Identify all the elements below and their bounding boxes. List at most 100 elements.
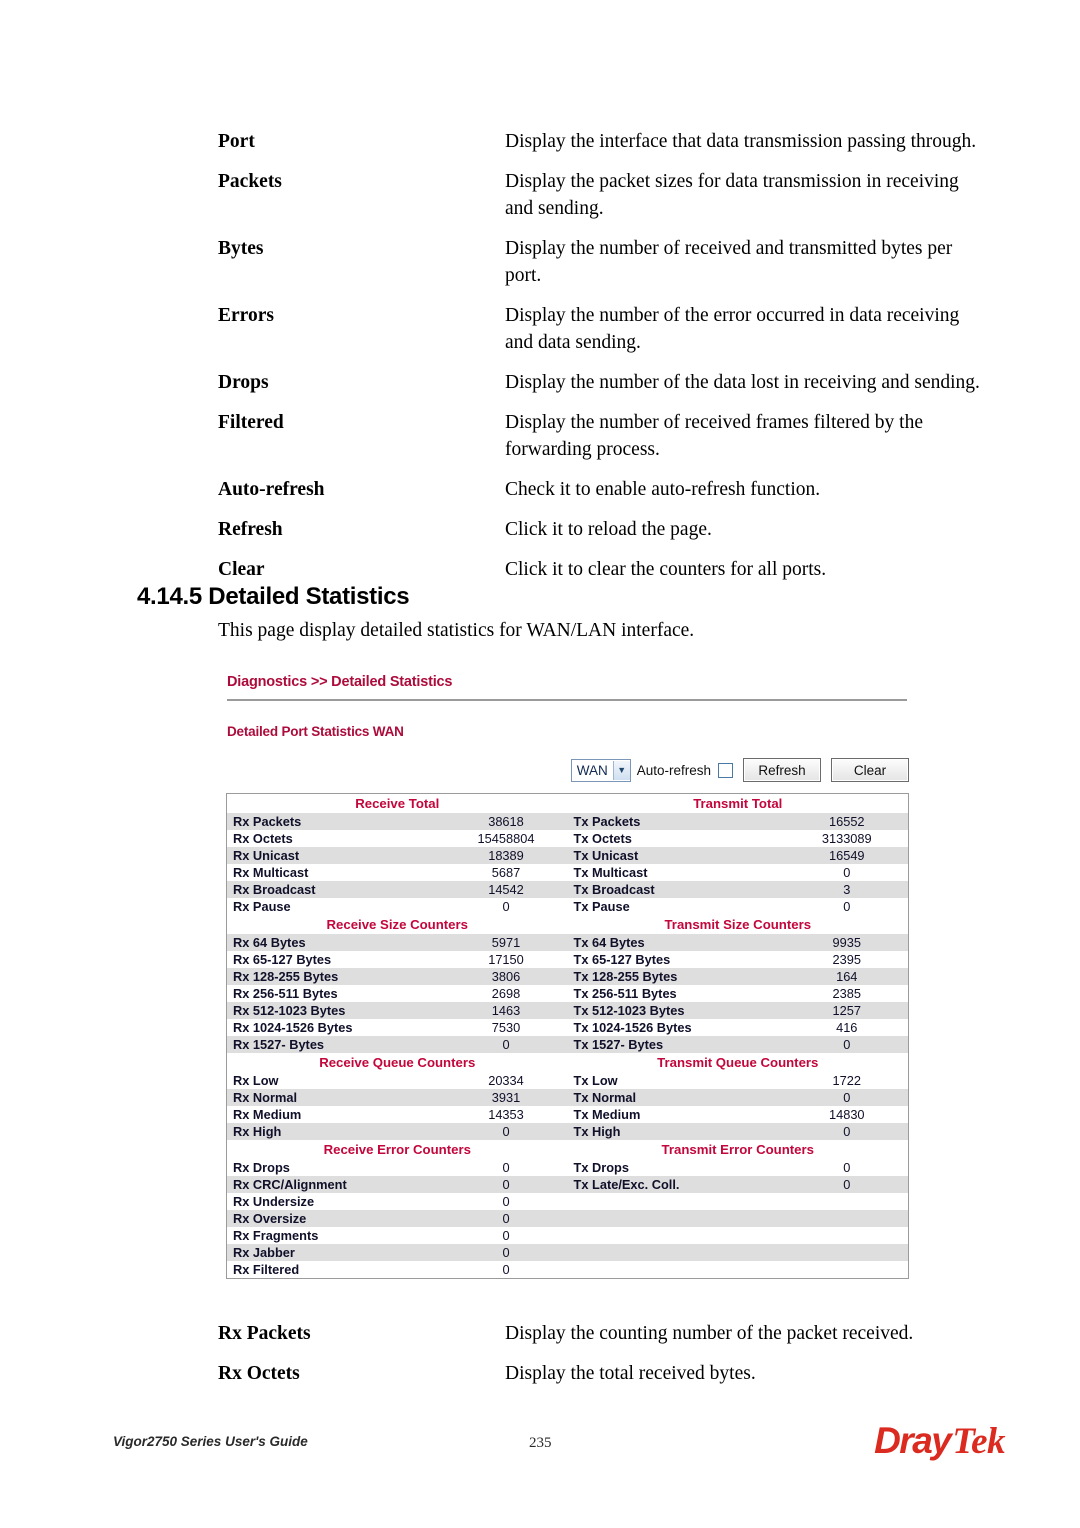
row-value-right <box>785 1210 909 1227</box>
row-value-right: 3 <box>785 881 909 898</box>
glossary-row: Packets Display the packet sizes for data… <box>218 168 988 222</box>
row-value-right: 0 <box>785 1036 909 1053</box>
glossary-row: Port Display the interface that data tran… <box>218 128 988 155</box>
row-value-right: 0 <box>843 899 851 914</box>
row-label-left: Rx Octets <box>233 831 293 846</box>
table-row: Rx Drops 0 Tx Drops 0 <box>227 1159 909 1176</box>
row-value-right: 164 <box>785 968 909 985</box>
glossary-description: Display the number of the data lost in r… <box>505 372 980 393</box>
section-header-left: Receive Total <box>226 793 568 813</box>
row-value-left: 3931 <box>444 1089 568 1106</box>
table-section-header-row: Receive Size Counters Transmit Size Count… <box>226 915 909 934</box>
row-value-left: 0 <box>502 1228 510 1243</box>
table-section-header-row: Receive Queue Counters Transmit Queue Cou… <box>226 1053 909 1072</box>
row-value-right: 2395 <box>832 952 861 967</box>
table-row: Rx Broadcast 14542 Tx Broadcast 3 <box>226 881 909 898</box>
row-value-left: 15458804 <box>477 831 535 846</box>
row-label-left: Rx 1527- Bytes <box>226 1036 445 1053</box>
row-value-left: 0 <box>502 1194 510 1209</box>
glossary-row: Bytes Display the number of received and … <box>218 235 988 289</box>
glossary-term: Clear <box>218 559 265 580</box>
glossary-row: Rx Packets Display the counting number of… <box>218 1320 988 1347</box>
glossary-description: Display the total received bytes. <box>505 1363 756 1384</box>
table-row: Rx Packets 38618 Tx Packets 16552 <box>226 813 909 830</box>
row-label-right <box>568 1227 786 1244</box>
table-row: Rx Octets 15458804 Tx Octets 3133089 <box>227 830 909 847</box>
table-row: Rx 1024-1526 Bytes 7530 Tx 1024-1526 Bytes… <box>227 1019 909 1036</box>
row-label-left: Rx 512-1023 Bytes <box>226 1002 445 1019</box>
controls-bar: WAN ▼ Auto-refresh Refresh Clear <box>570 758 909 782</box>
table-row: Rx Low 20334 Tx Low 1722 <box>227 1072 909 1089</box>
row-value-right: 0 <box>843 865 851 880</box>
row-value-right: 416 <box>836 1020 858 1035</box>
glossary-term: Auto-refresh <box>218 479 325 500</box>
row-value-right: 0 <box>785 1176 909 1193</box>
glossary-term: Rx Packets <box>218 1323 311 1344</box>
detailed-port-statistics-table: Receive Total Transmit Total Rx Packets 386… <box>226 793 910 1279</box>
glossary-row: Drops Display the number of the data lost… <box>218 369 988 396</box>
row-label-right: Tx Packets <box>567 813 786 830</box>
row-label-left: Rx Undersize <box>233 1194 315 1209</box>
row-label-right: Tx 65-127 Bytes <box>573 952 671 967</box>
row-label-left: Rx Medium <box>233 1107 302 1122</box>
router-ui-screenshot: Diagnostics >> Detailed Statistics Detai… <box>222 666 912 1301</box>
breadcrumb: Diagnostics >> Detailed Statistics <box>227 674 453 690</box>
row-value-right: 1722 <box>832 1073 861 1088</box>
refresh-button[interactable]: Refresh <box>743 758 821 782</box>
logo-dray: Dray <box>874 1420 952 1461</box>
port-select[interactable]: WAN ▼ <box>570 758 631 782</box>
row-value-left: 0 <box>444 1123 568 1140</box>
glossary-row: Filtered Display the number of received f… <box>218 409 988 463</box>
row-value-left: 5687 <box>491 865 521 880</box>
glossary-description: Display the number of received frames fi… <box>505 412 924 460</box>
row-value-left: 5971 <box>444 934 568 951</box>
row-value-left: 0 <box>502 1262 510 1277</box>
glossary-term: Errors <box>218 305 274 326</box>
glossary-description: Display the counting number of the packe… <box>505 1323 914 1344</box>
row-label-right: Tx 128-255 Bytes <box>567 968 786 985</box>
row-label-right: Tx Unicast <box>567 847 786 864</box>
logo-tek: Tek <box>952 1421 1005 1462</box>
row-value-left: 14353 <box>488 1107 524 1122</box>
row-label-left: Rx Filtered <box>233 1262 300 1277</box>
clear-button[interactable]: Clear <box>831 758 909 782</box>
row-label-left: Rx Fragments <box>233 1228 319 1243</box>
glossary-row: Refresh Click it to reload the page. <box>218 516 988 543</box>
row-label-left: Rx Drops <box>233 1160 290 1175</box>
table-row: Rx 256-511 Bytes 2698 Tx 256-511 Bytes 2385 <box>227 985 909 1002</box>
row-value-left: 14542 <box>444 881 568 898</box>
row-value-right: 16552 <box>785 813 909 830</box>
auto-refresh-label: Auto-refresh <box>636 762 711 778</box>
table-row: Rx Filtered 0 <box>227 1261 909 1279</box>
row-value-right <box>786 1193 909 1210</box>
glossary-bottom: Rx Packets Display the counting number of… <box>218 1320 988 1400</box>
footer-page-number: 235 <box>529 1435 552 1451</box>
section-header-left: Receive Size Counters <box>226 915 568 934</box>
row-label-left: Rx CRC/Alignment <box>226 1176 445 1193</box>
section-header-left: Receive Error Counters <box>226 1140 568 1159</box>
auto-refresh-checkbox[interactable] <box>718 762 733 778</box>
glossary-row: Rx Octets Display the total received byte… <box>218 1360 988 1387</box>
row-label-left: Rx 1024-1526 Bytes <box>233 1020 353 1035</box>
glossary-description: Click it to clear the counters for all p… <box>505 559 827 580</box>
row-label-right: Tx 1527- Bytes <box>567 1036 786 1053</box>
row-value-left: 0 <box>444 1210 568 1227</box>
page-section-heading: 4.14.5 Detailed Statistics <box>137 583 410 610</box>
row-value-left: 0 <box>502 1160 510 1175</box>
row-label-right: Tx 256-511 Bytes <box>573 986 677 1001</box>
row-value-right <box>785 1244 909 1261</box>
table-row: Rx Fragments 0 <box>227 1227 909 1244</box>
row-label-left: Rx High <box>226 1123 445 1140</box>
row-value-right: 0 <box>785 1123 909 1140</box>
row-value-left: 3806 <box>444 968 568 985</box>
row-label-right: Tx Broadcast <box>567 881 786 898</box>
glossary-term: Packets <box>218 171 282 192</box>
row-label-left: Rx Normal <box>226 1089 445 1106</box>
row-label-right: Tx Multicast <box>573 865 648 880</box>
glossary-top: Port Display the interface that data tran… <box>218 128 988 596</box>
row-label-right <box>568 1193 786 1210</box>
row-label-left: Rx 256-511 Bytes <box>233 986 338 1001</box>
row-label-left: Rx Pause <box>233 899 291 914</box>
row-label-left: Rx 64 Bytes <box>226 934 445 951</box>
glossary-term: Bytes <box>218 238 264 259</box>
